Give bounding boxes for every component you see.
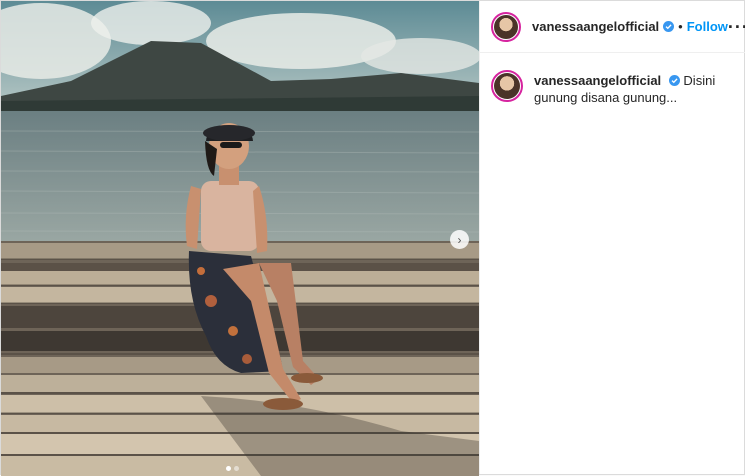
post-photo[interactable]: › (1, 1, 479, 476)
carousel-dots (226, 466, 239, 471)
avatar[interactable] (491, 11, 521, 42)
carousel-dot (234, 466, 239, 471)
next-slide-button[interactable]: › (450, 230, 469, 249)
follow-button[interactable]: Follow (687, 19, 728, 34)
post-sidebar: vanessaangelofficial • Follow ··· vaness… (479, 1, 745, 474)
caption-text: vanessaangelofficial Disini gunung disan… (534, 70, 745, 106)
caption-block: vanessaangelofficial Disini gunung disan… (480, 53, 745, 106)
post-card: › vanessaangelofficial • Follow ··· vane… (0, 0, 745, 476)
caption-avatar[interactable] (491, 70, 523, 102)
post-header: vanessaangelofficial • Follow ··· (480, 1, 745, 53)
photo-scene (1, 1, 479, 476)
separator-dot: • (678, 19, 683, 34)
caption-username-link[interactable]: vanessaangelofficial (534, 73, 661, 88)
username-link[interactable]: vanessaangelofficial (532, 19, 659, 34)
more-options-icon[interactable]: ··· (728, 18, 745, 36)
verified-badge-icon (663, 21, 675, 32)
verified-badge-icon (668, 75, 680, 86)
carousel-dot-active (226, 466, 231, 471)
